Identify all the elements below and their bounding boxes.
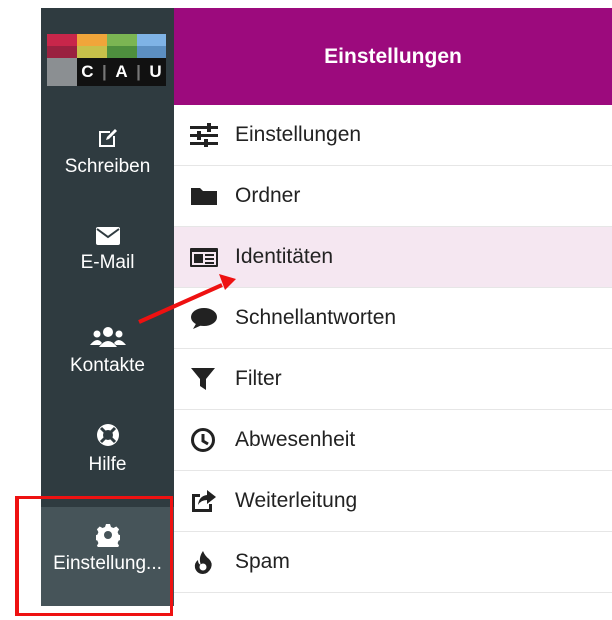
settings-item-label: Weiterleitung: [235, 489, 358, 512]
settings-item-spam[interactable]: Spam: [174, 532, 612, 593]
settings-item-weiterleitung[interactable]: Weiterleitung: [174, 471, 612, 532]
settings-item-ordner[interactable]: Ordner: [174, 166, 612, 227]
nav-label-schreiben: Schreiben: [64, 156, 151, 177]
settings-item-label: Ordner: [235, 184, 301, 207]
logo-letter-a: A: [115, 62, 128, 81]
logo-letter-c: C: [81, 62, 94, 81]
comment-icon: [191, 308, 217, 329]
clock-icon: [191, 428, 215, 452]
nav-label-kontakte: Kontakte: [70, 355, 145, 376]
settings-item-abwesenheit[interactable]: Abwesenheit: [174, 410, 612, 471]
id-card-icon: [190, 248, 218, 267]
nav-label-email: E-Mail: [80, 252, 135, 273]
settings-item-label: Einstellungen: [235, 123, 362, 146]
settings-item-label: Schnellantworten: [235, 306, 397, 329]
settings-item-filter[interactable]: Filter: [174, 349, 612, 410]
users-icon: [89, 327, 126, 347]
page-header: Einstellungen: [174, 8, 612, 105]
nav-label-hilfe: Hilfe: [88, 454, 127, 475]
envelope-icon: [95, 227, 120, 245]
folder-icon: [191, 188, 217, 205]
annotation-highlight-box: [15, 496, 173, 616]
nav-schreiben[interactable]: Schreiben: [41, 126, 174, 178]
settings-item-schnellantworten[interactable]: Schnellantworten: [174, 288, 612, 349]
sliders-icon: [190, 123, 218, 147]
nav-kontakte[interactable]: Kontakte: [41, 325, 174, 377]
settings-item-label: Spam: [235, 550, 290, 573]
settings-item-identitaeten[interactable]: Identitäten: [174, 227, 612, 288]
settings-item-einstellungen[interactable]: Einstellungen: [174, 105, 612, 166]
nav-hilfe[interactable]: Hilfe: [41, 422, 174, 476]
settings-item-label: Identitäten: [235, 245, 334, 268]
lifebuoy-icon: [96, 424, 119, 446]
nav-email[interactable]: E-Mail: [41, 226, 174, 274]
share-icon: [192, 490, 216, 512]
edit-icon: [98, 129, 117, 147]
fire-icon: [194, 551, 212, 574]
logo-letter-u: U: [149, 62, 162, 81]
settings-item-label: Abwesenheit: [235, 428, 356, 451]
settings-item-label: Filter: [235, 367, 282, 390]
page-title: Einstellungen: [324, 45, 462, 68]
filter-icon: [191, 368, 215, 390]
cau-logo: C | A | U: [47, 34, 166, 86]
settings-list: Einstellungen Ordner Identitäten Schnell…: [174, 105, 612, 593]
